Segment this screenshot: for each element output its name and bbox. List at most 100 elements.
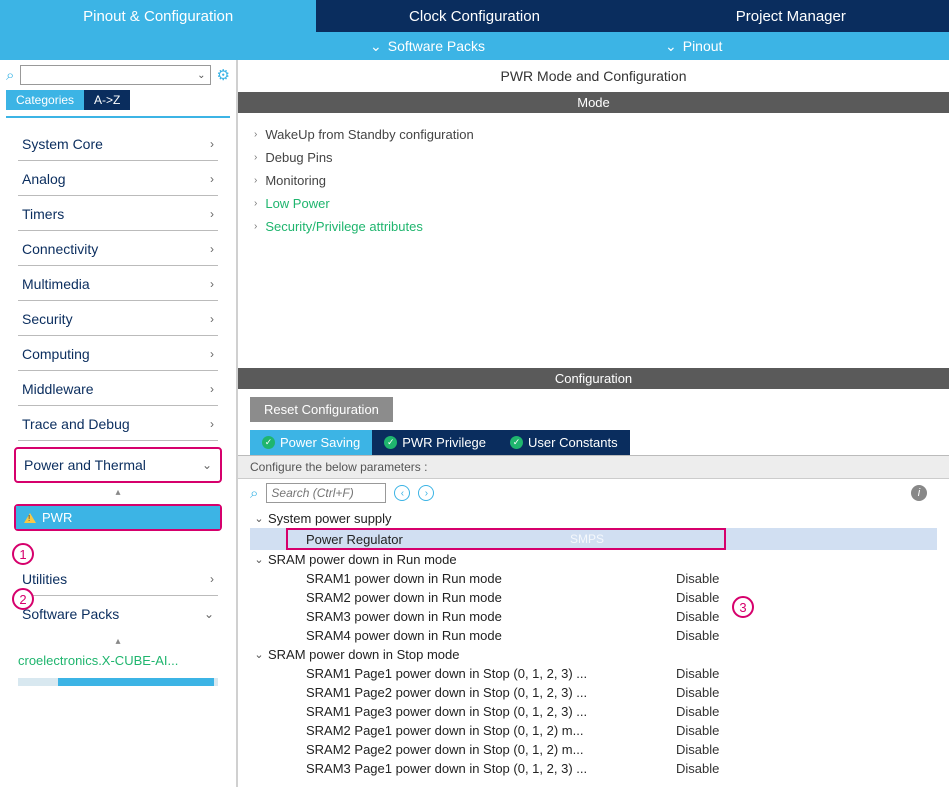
group-label: SRAM power down in Run mode — [268, 552, 457, 567]
cat-label: Utilities — [22, 571, 67, 587]
param-value: Disable — [676, 590, 719, 605]
callout-2: 2 — [12, 588, 34, 610]
search-icon: ⌕ — [6, 67, 14, 84]
warning-icon — [24, 513, 36, 523]
param-label: SRAM2 Page1 power down in Stop (0, 1, 2)… — [306, 723, 676, 738]
check-icon: ✓ — [262, 436, 275, 449]
cat-software-packs[interactable]: Software Packs ⌄ — [18, 596, 218, 630]
tab-label: User Constants — [528, 435, 618, 450]
cat-computing[interactable]: Computing› — [18, 336, 218, 371]
cat-utilities[interactable]: Utilities › — [18, 561, 218, 596]
callout-1: 1 — [12, 543, 34, 565]
group-system-power-supply[interactable]: ⌄System power supply — [250, 509, 937, 528]
cat-multimedia[interactable]: Multimedia› — [18, 266, 218, 301]
row-sram1-page2-stop[interactable]: SRAM1 Page2 power down in Stop (0, 1, 2,… — [250, 683, 937, 702]
cat-label: Analog — [22, 171, 66, 187]
pinout-label: Pinout — [683, 38, 723, 54]
row-sram3-page1-stop[interactable]: SRAM3 Page1 power down in Stop (0, 1, 2,… — [250, 759, 937, 778]
chevron-right-icon: › — [254, 129, 257, 140]
caret-up-icon: ▴ — [0, 636, 236, 647]
mode-label: WakeUp from Standby configuration — [265, 127, 473, 142]
param-value: Disable — [676, 761, 719, 776]
row-sram1-page3-stop[interactable]: SRAM1 Page3 power down in Stop (0, 1, 2,… — [250, 702, 937, 721]
group-label: SRAM power down in Stop mode — [268, 647, 459, 662]
param-label: SRAM3 power down in Run mode — [306, 609, 676, 624]
chevron-right-icon: › — [210, 572, 214, 586]
cat-label: Connectivity — [22, 241, 98, 257]
chevron-down-icon: ⌄ — [204, 607, 214, 621]
group-sram-stop[interactable]: ⌄SRAM power down in Stop mode — [250, 645, 937, 664]
param-value: Disable — [676, 609, 719, 624]
cat-trace-debug[interactable]: Trace and Debug› — [18, 406, 218, 441]
cat-label: Power and Thermal — [24, 457, 146, 473]
mode-low-power[interactable]: ›Low Power — [254, 192, 933, 215]
param-label: SRAM1 power down in Run mode — [306, 571, 676, 586]
param-value: Disable — [676, 704, 719, 719]
check-icon: ✓ — [384, 436, 397, 449]
mode-wakeup[interactable]: › WakeUp from Standby configuration — [254, 123, 933, 146]
search-prev-button[interactable]: ‹ — [394, 485, 410, 501]
row-sram2-page1-stop[interactable]: SRAM2 Page1 power down in Stop (0, 1, 2)… — [250, 721, 937, 740]
row-sram4-run[interactable]: SRAM4 power down in Run modeDisable — [250, 626, 937, 645]
row-power-regulator[interactable]: Power Regulator SMPS — [250, 528, 937, 550]
cat-label: Trace and Debug — [22, 416, 130, 432]
search-icon: ⌕ — [250, 485, 258, 502]
software-pack-link[interactable]: croelectronics.X-CUBE-AI... — [0, 647, 236, 674]
cat-label: Software Packs — [22, 606, 119, 622]
filter-a-z[interactable]: A->Z — [84, 90, 130, 110]
chevron-down-icon: ⌄ — [665, 38, 677, 55]
mode-label: Debug Pins — [265, 150, 332, 165]
chevron-down-icon: ⌄ — [250, 553, 268, 566]
param-value: Disable — [676, 571, 719, 586]
filter-categories[interactable]: Categories — [6, 90, 84, 110]
sidebar-item-pwr[interactable]: PWR — [16, 506, 220, 529]
info-icon[interactable]: i — [911, 485, 927, 501]
mode-debug-pins[interactable]: › Debug Pins — [254, 146, 933, 169]
gear-icon[interactable]: ⚙ — [217, 66, 230, 84]
chevron-right-icon: › — [254, 152, 257, 163]
cat-middleware[interactable]: Middleware› — [18, 371, 218, 406]
group-label: System power supply — [268, 511, 392, 526]
tab-project-manager[interactable]: Project Manager — [633, 0, 949, 32]
tab-pwr-privilege[interactable]: ✓PWR Privilege — [372, 430, 498, 455]
chevron-right-icon: › — [210, 207, 214, 221]
param-search-input[interactable] — [266, 483, 386, 503]
dropdown-pinout[interactable]: ⌄ Pinout — [665, 38, 722, 55]
group-sram-run[interactable]: ⌄SRAM power down in Run mode — [250, 550, 937, 569]
cat-connectivity[interactable]: Connectivity› — [18, 231, 218, 266]
tab-power-saving[interactable]: ✓Power Saving — [250, 430, 372, 455]
search-combo[interactable]: ⌄ — [20, 65, 210, 85]
cat-security[interactable]: Security› — [18, 301, 218, 336]
tab-user-constants[interactable]: ✓ User Constants — [498, 430, 630, 455]
tab-clock-config[interactable]: Clock Configuration — [316, 0, 632, 32]
dropdown-software-packs[interactable]: ⌄Software Packs — [370, 38, 485, 55]
mode-monitoring[interactable]: ›Monitoring — [254, 169, 933, 192]
search-next-button[interactable]: › — [418, 485, 434, 501]
check-icon: ✓ — [510, 436, 523, 449]
cat-analog[interactable]: Analog› — [18, 161, 218, 196]
cat-power-thermal[interactable]: Power and Thermal⌄ — [16, 449, 220, 481]
param-label: SRAM1 Page3 power down in Stop (0, 1, 2,… — [306, 704, 676, 719]
row-sram3-run[interactable]: SRAM3 power down in Run modeDisable — [250, 607, 937, 626]
reset-configuration-button[interactable]: Reset Configuration — [250, 397, 393, 422]
pwr-label: PWR — [42, 510, 72, 525]
mode-label: Security/Privilege attributes — [265, 219, 423, 234]
row-sram2-run[interactable]: SRAM2 power down in Run modeDisable — [250, 588, 937, 607]
param-label: SRAM2 Page2 power down in Stop (0, 1, 2)… — [306, 742, 676, 757]
row-sram1-run[interactable]: SRAM1 power down in Run modeDisable — [250, 569, 937, 588]
param-label: SRAM2 power down in Run mode — [306, 590, 676, 605]
cat-timers[interactable]: Timers› — [18, 196, 218, 231]
chevron-right-icon: › — [210, 312, 214, 326]
cat-system-core[interactable]: System Core› — [18, 126, 218, 161]
software-packs-label: Software Packs — [388, 38, 485, 54]
row-sram1-page1-stop[interactable]: SRAM1 Page1 power down in Stop (0, 1, 2,… — [250, 664, 937, 683]
tab-pinout-config[interactable]: Pinout & Configuration — [0, 0, 316, 32]
row-sram2-page2-stop[interactable]: SRAM2 Page2 power down in Stop (0, 1, 2)… — [250, 740, 937, 759]
chevron-right-icon: › — [254, 198, 257, 209]
pack-scrollbar[interactable] — [18, 678, 218, 686]
mode-security-privilege[interactable]: ›Security/Privilege attributes — [254, 215, 933, 238]
param-label: SRAM4 power down in Run mode — [306, 628, 676, 643]
highlight-pwr: PWR — [14, 504, 222, 531]
param-label: SRAM1 Page1 power down in Stop (0, 1, 2,… — [306, 666, 676, 681]
param-label: SRAM3 Page1 power down in Stop (0, 1, 2,… — [306, 761, 676, 776]
